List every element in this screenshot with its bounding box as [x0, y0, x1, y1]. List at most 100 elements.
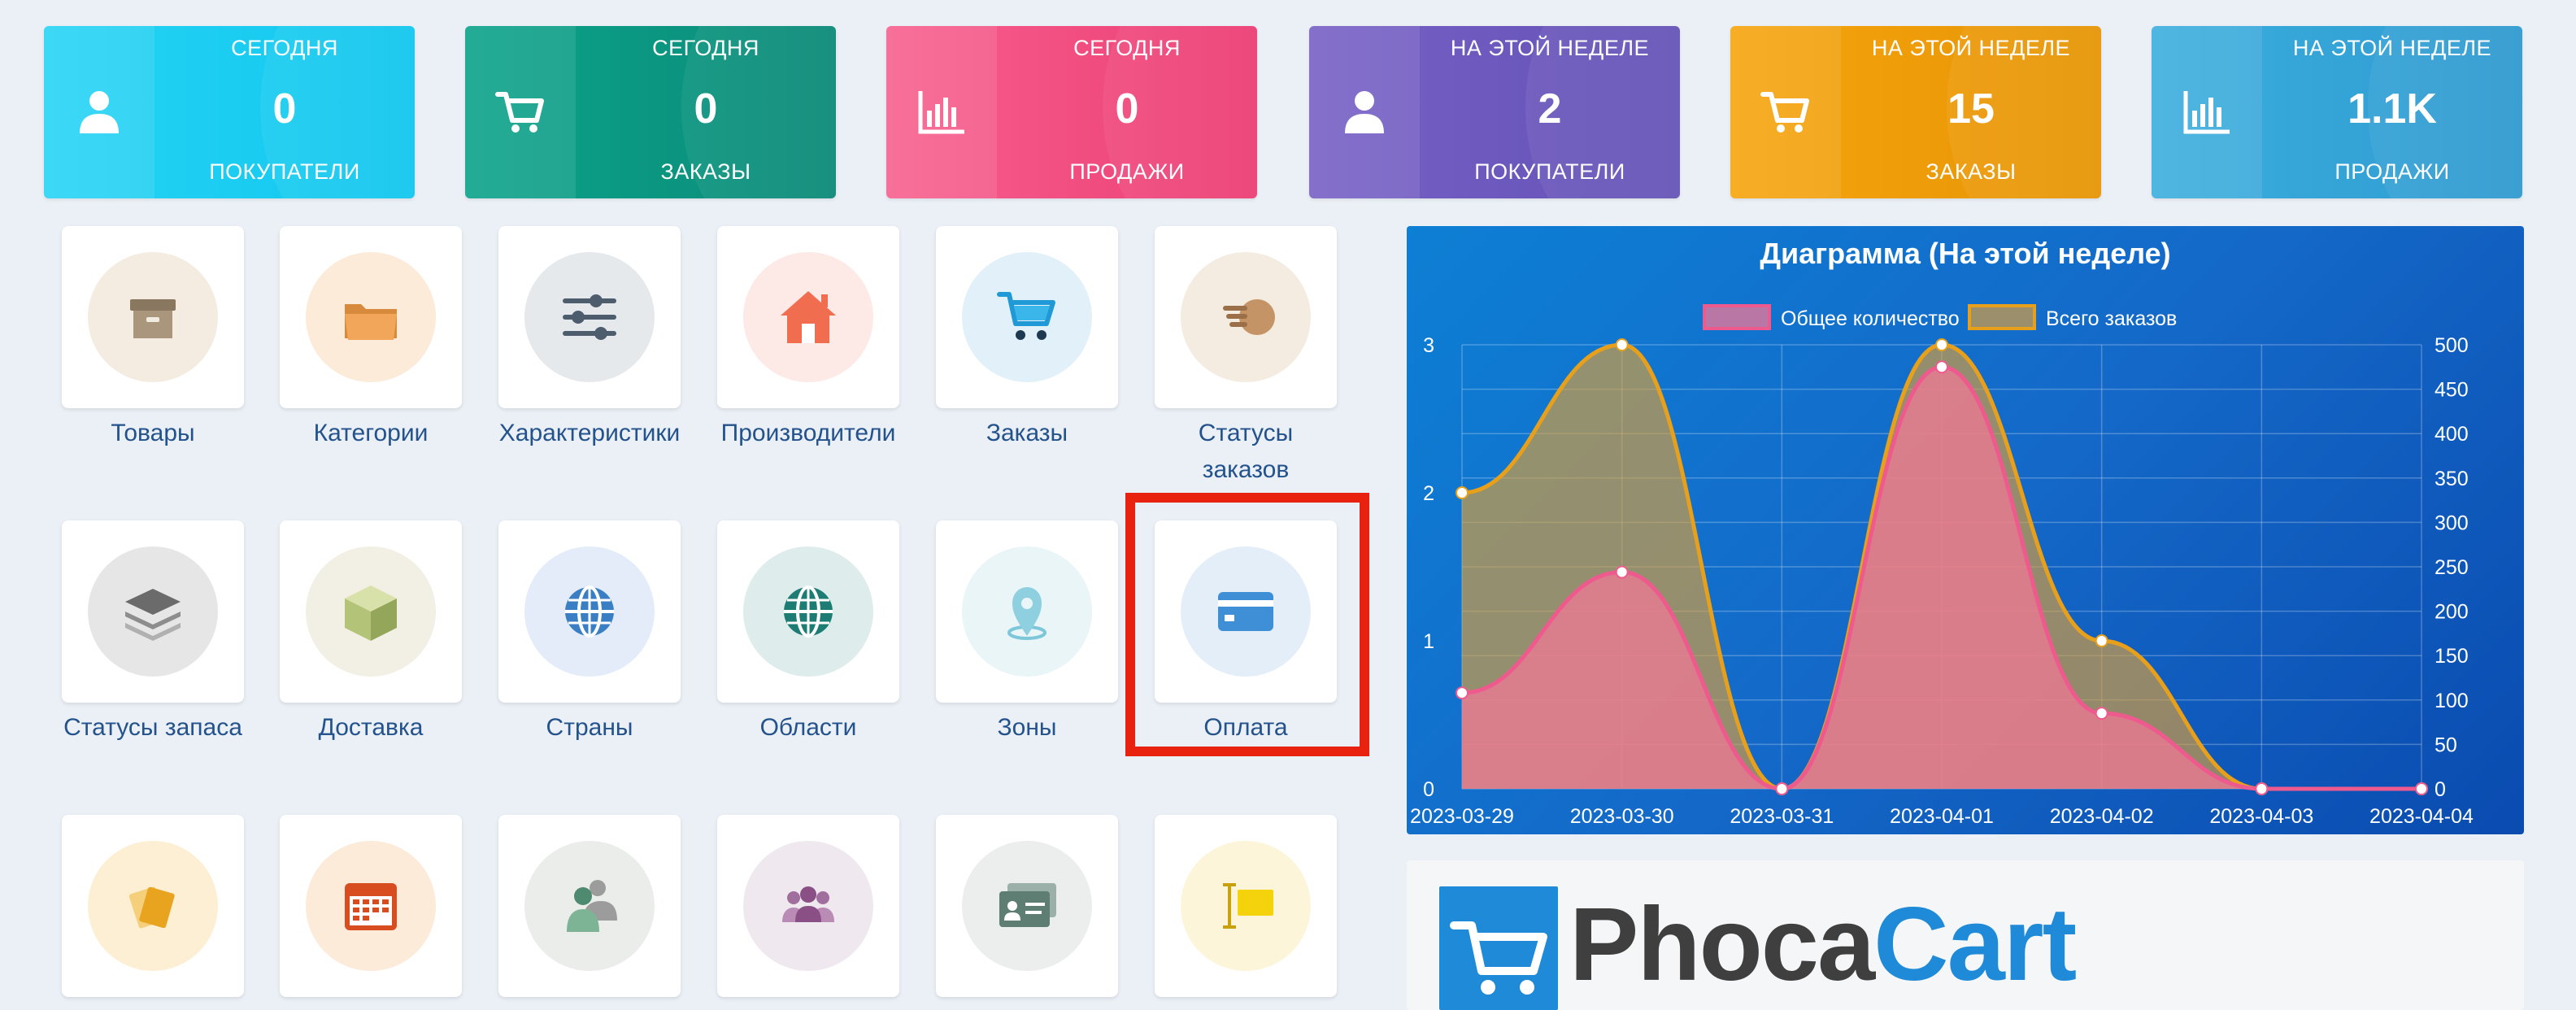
tile-label[interactable]: Зоны — [936, 709, 1118, 746]
tile-box[interactable] — [280, 815, 462, 997]
tile-label[interactable]: Области — [717, 709, 899, 746]
tile-label[interactable]: Статусы запаса — [62, 709, 244, 746]
legend-swatch — [1968, 304, 2036, 330]
logo-wordmark: PhocaCart — [1569, 893, 2077, 997]
tile-label[interactable]: Страны — [498, 709, 681, 746]
tile-box[interactable] — [498, 520, 681, 703]
x-tick-label: 2023-03-30 — [1570, 805, 1674, 828]
tile-icon-circle — [524, 841, 655, 971]
y-right-tick-label: 300 — [2435, 512, 2469, 534]
tile-box[interactable] — [717, 815, 899, 997]
tile-статусы-запаса[interactable]: Статусы запаса — [62, 520, 244, 746]
stat-value: 15 — [1947, 85, 1995, 133]
logo-text-phoca: Phoca — [1569, 886, 1875, 1003]
y-right-tick-label: 400 — [2435, 423, 2469, 446]
contact-card-icon — [999, 883, 1056, 927]
stat-label: ПОКУПАТЕЛИ — [1474, 159, 1625, 184]
tile-box[interactable] — [498, 226, 681, 408]
tile-icon-circle — [962, 841, 1092, 971]
stat-card[interactable]: СЕГОДНЯ 0 ЗАКАЗЫ — [465, 26, 836, 198]
tile-icon-circle — [743, 546, 873, 677]
tile-item-13[interactable] — [280, 815, 462, 1003]
tile-box[interactable] — [936, 520, 1118, 703]
tile-icon-circle — [306, 252, 436, 382]
stat-card[interactable]: НА ЭТОЙ НЕДЕЛЕ 2 ПОКУПАТЕЛИ — [1309, 26, 1680, 198]
tile-item-17[interactable] — [1155, 815, 1337, 1003]
y-right-tick-label: 100 — [2435, 690, 2469, 712]
stat-card[interactable]: НА ЭТОЙ НЕДЕЛЕ 1.1K ПРОДАЖИ — [2152, 26, 2522, 198]
tile-label[interactable]: Статусы заказов — [1155, 415, 1337, 488]
tile-icon-circle — [962, 546, 1092, 677]
stat-card[interactable]: СЕГОДНЯ 0 ПРОДАЖИ — [886, 26, 1257, 198]
tile-box[interactable] — [936, 226, 1118, 408]
tile-box[interactable] — [280, 226, 462, 408]
tile-label[interactable]: Производители — [717, 415, 899, 451]
stat-value: 0 — [272, 85, 297, 133]
tile-icon-circle — [524, 252, 655, 382]
y-right-tick-label: 50 — [2435, 734, 2457, 756]
tile-статусы-заказов[interactable]: Статусы заказов — [1155, 226, 1337, 488]
stats-row: СЕГОДНЯ 0 ПОКУПАТЕЛИ СЕГОДНЯ 0 ЗАКАЗЫ СЕ… — [44, 26, 2524, 198]
x-tick-label: 2023-03-31 — [1730, 805, 1834, 828]
tile-item-12[interactable] — [62, 815, 244, 1003]
tile-icon-circle — [743, 841, 873, 971]
data-point — [1615, 338, 1629, 351]
y-right-tick-label: 200 — [2435, 601, 2469, 624]
y-left-tick-label: 3 — [1423, 334, 1434, 357]
tile-icon-circle — [88, 252, 218, 382]
tile-box[interactable] — [717, 520, 899, 703]
stat-card[interactable]: СЕГОДНЯ 0 ПОКУПАТЕЛИ — [44, 26, 415, 198]
x-tick-label: 2023-03-29 — [1410, 805, 1514, 828]
tile-товары[interactable]: Товары — [62, 226, 244, 451]
folder-icon — [345, 304, 397, 340]
tile-item-15[interactable] — [717, 815, 899, 1003]
cart-icon — [1730, 26, 1841, 198]
tile-характеристики[interactable]: Характеристики — [498, 226, 681, 451]
tile-icon-circle — [1181, 841, 1311, 971]
data-point — [1935, 360, 1948, 374]
tile-label[interactable]: Характеристики — [498, 415, 681, 451]
data-point — [2255, 782, 2269, 795]
sliders-icon — [563, 294, 616, 340]
x-tick-label: 2023-04-02 — [2050, 805, 2154, 828]
tile-box[interactable] — [280, 520, 462, 703]
tile-item-14[interactable] — [498, 815, 681, 1003]
tile-label[interactable]: Категории — [280, 415, 462, 451]
package-icon — [345, 586, 397, 641]
tile-заказы[interactable]: Заказы — [936, 226, 1118, 451]
y-right-tick-label: 250 — [2435, 556, 2469, 579]
stat-value: 0 — [1115, 85, 1139, 133]
tile-области[interactable]: Области — [717, 520, 899, 746]
tile-box[interactable] — [717, 226, 899, 408]
tile-box[interactable] — [62, 226, 244, 408]
tile-box[interactable] — [498, 815, 681, 997]
tile-box[interactable] — [1155, 815, 1337, 997]
tile-box[interactable] — [1155, 226, 1337, 408]
tile-label[interactable]: Доставка — [280, 709, 462, 746]
tile-label[interactable]: Товары — [62, 415, 244, 451]
data-point — [1456, 686, 1469, 700]
bar-chart-icon — [2152, 26, 2262, 198]
tile-label[interactable]: Заказы — [936, 415, 1118, 451]
stat-period: НА ЭТОЙ НЕДЕЛЕ — [1871, 36, 2071, 60]
tile-item-16[interactable] — [936, 815, 1118, 1003]
tile-категории[interactable]: Категории — [280, 226, 462, 451]
layers-icon — [125, 589, 181, 641]
tile-доставка[interactable]: Доставка — [280, 520, 462, 746]
stat-card[interactable]: НА ЭТОЙ НЕДЕЛЕ 15 ЗАКАЗЫ — [1730, 26, 2101, 198]
tile-box[interactable] — [62, 520, 244, 703]
stat-label: ЗАКАЗЫ — [660, 159, 751, 184]
tile-страны[interactable]: Страны — [498, 520, 681, 746]
weekly-chart-panel: Диаграмма (На этой неделе) 0 1 2 3 0 50 100 150 2… — [1407, 226, 2524, 834]
legend-swatch — [1703, 304, 1771, 330]
stat-period: СЕГОДНЯ — [652, 36, 759, 60]
cart-logo-icon — [1439, 886, 1558, 1010]
tile-зоны[interactable]: Зоны — [936, 520, 1118, 746]
tile-box[interactable] — [936, 815, 1118, 997]
tile-box[interactable] — [62, 815, 244, 997]
tile-icon-circle — [306, 546, 436, 677]
cart-icon — [465, 26, 576, 198]
logo-text-cart: Cart — [1873, 886, 2077, 1003]
y-right-tick-label: 0 — [2435, 778, 2446, 801]
tile-производители[interactable]: Производители — [717, 226, 899, 451]
